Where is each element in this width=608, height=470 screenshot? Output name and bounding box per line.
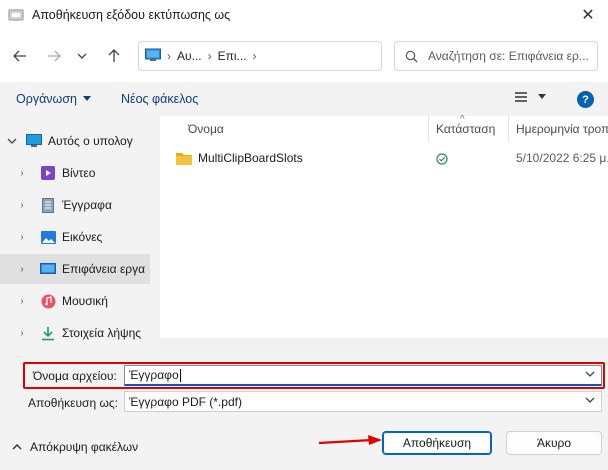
list-view-icon <box>515 92 527 102</box>
chevron-right-icon[interactable]: › <box>16 168 28 179</box>
filename-value: Έγγραφο <box>129 368 179 382</box>
forward-arrow-icon <box>48 50 61 62</box>
dropdown-triangle-icon <box>538 94 546 99</box>
close-button[interactable]: ✕ <box>568 0 608 30</box>
chevron-right-icon: › <box>252 49 257 63</box>
column-header-date[interactable]: Ημερομηνία τροπ <box>516 116 608 142</box>
file-date: 5/10/2022 6:25 μ.μ <box>516 151 608 165</box>
sidebar-item-label: Στοιχεία λήψης <box>62 326 142 340</box>
savetype-select[interactable]: Έγγραφο PDF (*.pdf) <box>124 391 602 412</box>
chevron-right-icon: › <box>167 49 171 63</box>
savetype-label: Αποθήκευση ως: <box>28 396 118 410</box>
save-button[interactable]: Αποθήκευση <box>382 431 492 455</box>
search-box[interactable]: Αναζήτηση σε: Επιφάνεια ερ... <box>394 41 598 71</box>
file-name-cell[interactable]: MultiClipBoardSlots <box>176 151 303 165</box>
organize-button[interactable]: Οργάνωση <box>16 92 91 106</box>
sidebar-item-label: Έγγραφα <box>62 198 112 212</box>
cancel-button[interactable]: Άκυρο <box>506 431 602 455</box>
chevron-down-icon[interactable] <box>6 136 18 146</box>
desktop-icon <box>40 261 56 277</box>
chevron-right-icon[interactable]: › <box>16 296 28 307</box>
breadcrumb-segment[interactable]: Αυ... <box>177 49 202 63</box>
title-bar: Αποθήκευση εξόδου εκτύπωσης ως ✕ <box>0 0 608 30</box>
music-icon <box>40 293 56 309</box>
chevron-right-icon[interactable]: › <box>16 264 28 275</box>
sidebar-item-label: Μουσική <box>62 294 108 308</box>
chevron-up-icon <box>12 444 22 450</box>
view-options-button[interactable] <box>514 91 546 103</box>
column-header-status[interactable]: Κατάσταση <box>436 116 506 142</box>
file-name: MultiClipBoardSlots <box>198 151 303 165</box>
recent-locations-button[interactable] <box>74 44 90 68</box>
close-icon: ✕ <box>581 7 595 24</box>
hide-folders-label: Απόκρυψη φακέλων <box>30 440 139 454</box>
new-folder-button[interactable]: Νέος φάκελος <box>121 92 198 106</box>
sidebar-item-this-pc[interactable]: Αυτός ο υπολογ <box>0 126 150 156</box>
sidebar-item-label: Επιφάνεια εργα <box>62 262 146 276</box>
sidebar-item-music[interactable]: › Μουσική <box>0 286 150 316</box>
sidebar-item-label: Αυτός ο υπολογ <box>48 134 133 148</box>
address-bar[interactable]: › Αυ... › Επι... › <box>138 41 382 71</box>
column-divider[interactable] <box>428 116 429 142</box>
up-button[interactable] <box>102 44 126 68</box>
chevron-down-icon[interactable] <box>585 395 595 408</box>
file-list[interactable]: ^ Όνομα Κατάσταση Ημερομηνία τροπ MultiC… <box>160 114 608 353</box>
help-button[interactable]: ? <box>577 91 594 108</box>
savetype-value: Έγγραφο PDF (*.pdf) <box>129 394 242 409</box>
computer-icon <box>26 133 42 149</box>
help-icon: ? <box>582 93 589 106</box>
navigation-pane[interactable]: Αυτός ο υπολογ › Βίντεο › Έγγραφα › Εικό… <box>0 116 152 353</box>
sidebar-item-documents[interactable]: › Έγγραφα <box>0 190 150 220</box>
window-title: Αποθήκευση εξόδου εκτύπωσης ως <box>32 8 231 22</box>
sidebar-item-label: Εικόνες <box>62 230 103 244</box>
chevron-down-icon[interactable] <box>585 369 595 382</box>
sidebar-item-pictures[interactable]: › Εικόνες <box>0 222 150 252</box>
navigation-bar: › Αυ... › Επι... › Αναζήτηση σε: Επιφάνε… <box>0 30 608 82</box>
pictures-icon <box>40 229 56 245</box>
save-form: Όνομα αρχείου: Έγγραφο Αποθήκευση ως: Έγ… <box>0 353 608 470</box>
column-header-name[interactable]: Όνομα <box>188 116 428 142</box>
search-placeholder: Αναζήτηση σε: Επιφάνεια ερ... <box>428 49 589 63</box>
save-dialog-icon <box>8 7 24 23</box>
sidebar-item-videos[interactable]: › Βίντεο <box>0 158 150 188</box>
sidebar-item-label: Βίντεο <box>62 166 96 180</box>
back-button[interactable] <box>8 44 32 68</box>
folder-icon <box>176 152 192 165</box>
organize-label: Οργάνωση <box>16 92 77 106</box>
back-arrow-icon <box>13 50 26 62</box>
video-icon <box>40 165 56 181</box>
downloads-icon <box>40 325 56 341</box>
sidebar-item-desktop[interactable]: › Επιφάνεια εργα <box>0 254 150 284</box>
desktop-icon <box>145 48 161 65</box>
chevron-right-icon[interactable]: › <box>16 200 28 211</box>
filename-input[interactable]: Έγγραφο <box>124 365 602 386</box>
file-row[interactable]: MultiClipBoardSlots 5/10/2022 6:25 μ.μ <box>160 146 608 172</box>
horizontal-scrollbar[interactable] <box>160 338 608 353</box>
search-icon <box>405 50 418 62</box>
forward-button[interactable] <box>42 44 66 68</box>
breadcrumb-segment[interactable]: Επι... <box>218 49 247 63</box>
hide-folders-button[interactable]: Απόκρυψη φακέλων <box>12 440 138 454</box>
chevron-right-icon: › <box>207 49 212 63</box>
text-cursor <box>179 368 181 382</box>
red-annotation-arrow-icon <box>318 435 382 445</box>
filename-label: Όνομα αρχείου: <box>33 369 117 383</box>
dropdown-triangle-icon <box>83 96 91 101</box>
sidebar-item-downloads[interactable]: › Στοιχεία λήψης <box>0 318 150 348</box>
column-divider[interactable] <box>508 116 509 142</box>
documents-icon <box>40 197 56 213</box>
synced-check-icon <box>436 153 448 168</box>
chevron-right-icon[interactable]: › <box>16 232 28 243</box>
command-bar: Οργάνωση Νέος φάκελος ? <box>0 82 608 116</box>
chevron-down-icon <box>77 53 87 59</box>
up-arrow-icon <box>108 49 120 62</box>
chevron-right-icon[interactable]: › <box>16 328 28 339</box>
